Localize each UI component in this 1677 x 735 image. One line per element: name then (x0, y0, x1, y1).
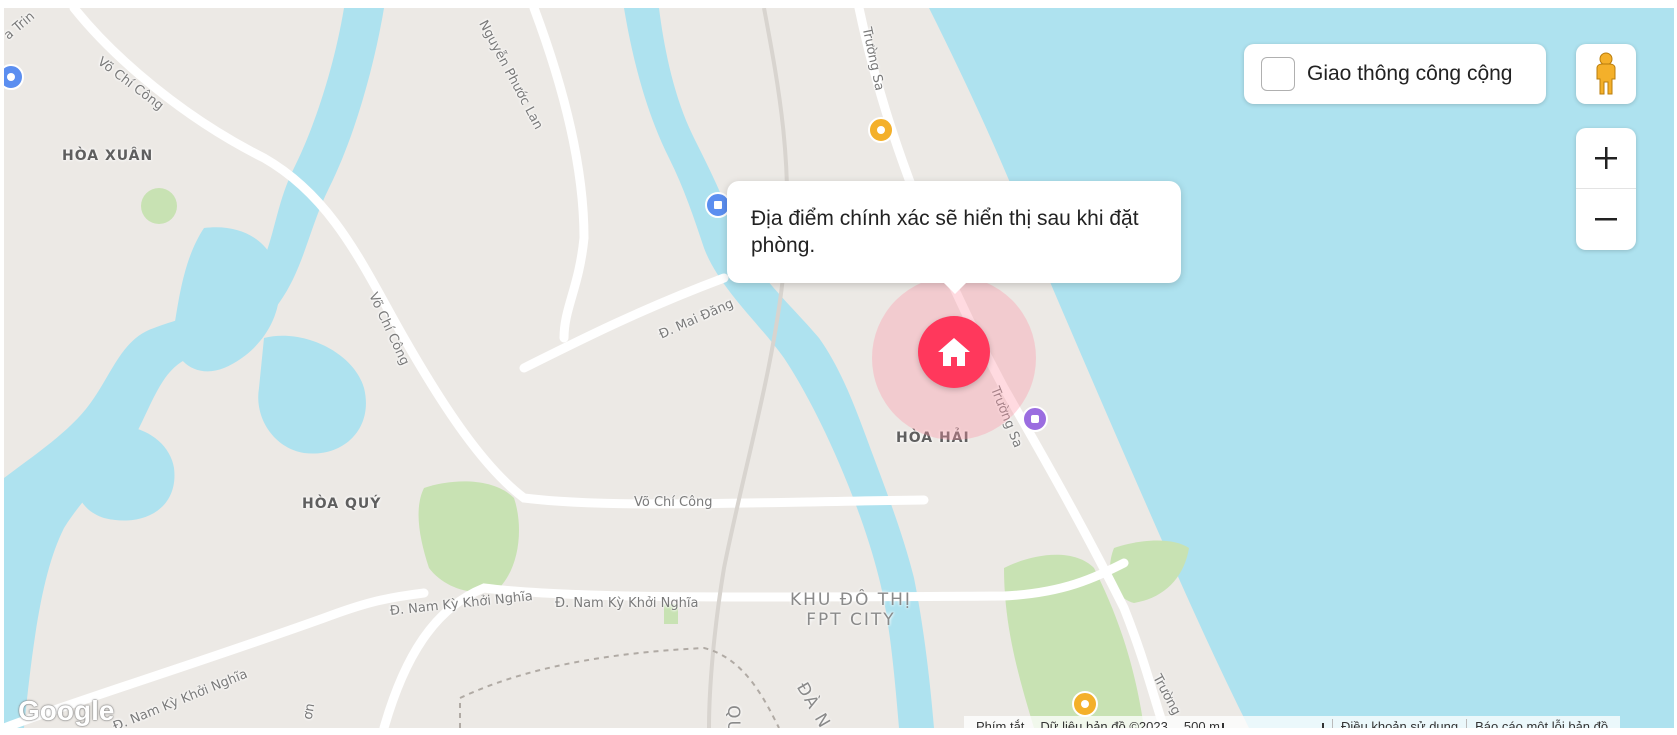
map-container[interactable]: HÒA XUÂN HÒA QUÝ HÒA HẢI KHU ĐÔ THỊ FPT … (4, 8, 1674, 728)
area-label-qu: QU (722, 705, 743, 728)
map-footer: Phím tắt Dữ liệu bản đồ ©2023 500 m Điều… (964, 716, 1621, 729)
public-transit-toggle[interactable]: Giao thông công cộng (1244, 44, 1546, 104)
popup-text: Địa điểm chính xác sẽ hiển thị sau khi đ… (751, 207, 1139, 257)
location-info-popup: Địa điểm chính xác sẽ hiển thị sau khi đ… (727, 181, 1181, 283)
home-location-pin[interactable] (918, 316, 990, 388)
poi-dot (1031, 415, 1039, 423)
plus-icon (1595, 147, 1617, 169)
popup-tail (943, 282, 967, 294)
scale-bar (1222, 723, 1324, 728)
transit-label: Giao thông công cộng (1307, 62, 1513, 85)
poi-dot (1081, 700, 1089, 708)
park-4 (141, 188, 177, 224)
poi-dot (714, 201, 722, 209)
street-label-nam-ky-2: Đ. Nam Kỳ Khởi Nghĩa (555, 596, 699, 611)
home-icon (938, 338, 970, 366)
zoom-in-button[interactable] (1576, 128, 1636, 188)
google-logo[interactable]: Google (18, 695, 114, 727)
poi-dot (877, 126, 885, 134)
street-label-on: ơn (300, 702, 319, 721)
zoom-out-button[interactable] (1576, 189, 1636, 249)
scale-indicator[interactable]: 500 m (1176, 718, 1332, 729)
terms-link[interactable]: Điều khoản sử dụng (1333, 719, 1466, 729)
transit-checkbox[interactable] (1261, 57, 1295, 91)
poi-dot (7, 73, 15, 81)
map-data-attribution: Dữ liệu bản đồ ©2023 (1040, 718, 1168, 729)
minus-icon (1595, 218, 1617, 221)
scale-label: 500 m (1183, 718, 1220, 729)
area-label-khu-do-thi-line2: FPT CITY (806, 610, 896, 630)
area-label-khu-do-thi: KHU ĐÔ THỊ FPT CITY (790, 590, 912, 630)
area-label-khu-do-thi-line1: KHU ĐÔ THỊ (790, 590, 912, 610)
poi-marker-orange[interactable] (868, 117, 894, 143)
area-label-hoa-xuan: HÒA XUÂN (62, 148, 154, 164)
street-view-pegman-icon (1596, 52, 1616, 95)
street-label-vo-chi-cong-3: Võ Chí Công (634, 495, 713, 510)
zoom-controls (1576, 128, 1636, 250)
poi-marker-orange-2[interactable] (1072, 691, 1098, 717)
report-error-link[interactable]: Báo cáo một lỗi bản đồ (1467, 719, 1616, 729)
area-label-hoa-quy: HÒA QUÝ (302, 496, 382, 512)
keyboard-shortcuts-link[interactable]: Phím tắt (968, 719, 1032, 729)
shopping-bag-icon[interactable] (1022, 406, 1048, 432)
street-view-button[interactable] (1576, 44, 1636, 104)
